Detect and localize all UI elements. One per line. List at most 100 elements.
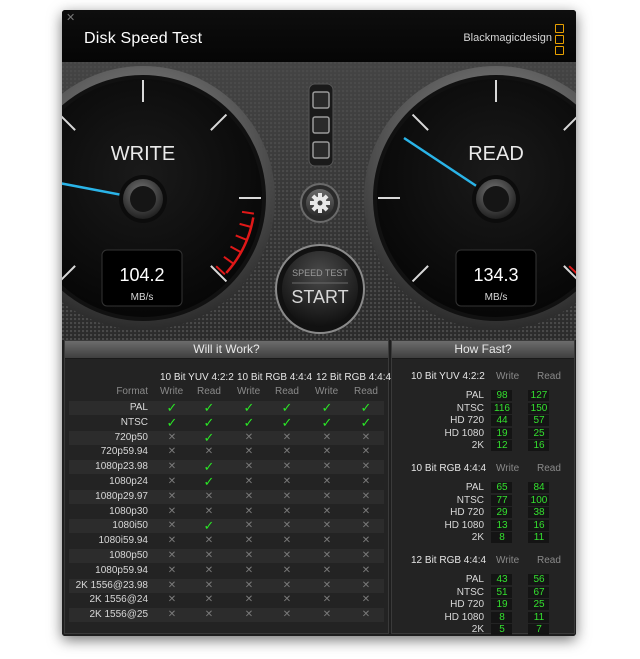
cross-icon: ✕ <box>361 446 371 458</box>
cross-icon: ✕ <box>204 535 214 547</box>
read-speed-value: 100 <box>530 494 548 506</box>
read-speed-value: 11 <box>533 532 545 544</box>
read-speed-value: 150 <box>530 402 548 414</box>
cross-icon: ✕ <box>204 446 214 458</box>
column-header-write: Write <box>496 463 520 474</box>
cross-icon: ✕ <box>282 579 292 591</box>
brand-name: Blackmagicdesign <box>463 32 552 44</box>
read-label: READ <box>468 143 524 165</box>
cross-icon: ✕ <box>167 564 177 576</box>
cross-icon: ✕ <box>244 550 254 561</box>
cross-icon: ✕ <box>244 609 254 621</box>
cross-icon: ✕ <box>244 520 254 532</box>
cross-icon: ✕ <box>167 461 177 473</box>
format-label: 1080p24 <box>109 476 148 487</box>
write-speed-value: 43 <box>496 574 508 585</box>
cross-icon: ✕ <box>167 609 177 621</box>
check-icon: ✓ <box>281 400 293 415</box>
title-bar[interactable]: ✕ Disk Speed Test Blackmagicdesign <box>62 10 576 62</box>
speed-format-label: NTSC <box>456 586 484 598</box>
start-button[interactable]: SPEED TEST START <box>275 244 365 334</box>
cross-icon: ✕ <box>361 535 371 547</box>
check-icon: ✓ <box>243 414 255 430</box>
start-button-top-label: SPEED TEST <box>292 268 348 278</box>
app-title: Disk Speed Test <box>84 30 203 47</box>
check-icon: ✓ <box>321 400 333 415</box>
close-icon[interactable]: ✕ <box>66 13 75 24</box>
format-label: 1080p30 <box>109 505 148 517</box>
cross-icon: ✕ <box>167 431 177 443</box>
read-speed-value: 127 <box>530 390 548 401</box>
cross-icon: ✕ <box>282 550 292 561</box>
results-area: Will it Work? 10 Bit YUV 4:2:2 Write Read 1… <box>62 340 576 636</box>
how-fast-panel: How Fast? 10 Bit YUV 4:2:2 Write Read PAL 98… <box>391 340 575 636</box>
write-speed-value: 19 <box>496 427 508 439</box>
gear-icon[interactable] <box>310 193 330 213</box>
cross-icon: ✕ <box>322 550 332 561</box>
cross-icon: ✕ <box>282 446 292 458</box>
format-group-header: 12 Bit RGB 4:4:4 <box>316 372 392 383</box>
read-speed-value: 57 <box>533 415 545 427</box>
cross-icon: ✕ <box>282 490 292 502</box>
cross-icon: ✕ <box>322 579 332 591</box>
drive-slot-3-icon[interactable] <box>312 141 330 159</box>
column-header-read: Read <box>197 386 221 397</box>
cross-icon: ✕ <box>361 520 371 532</box>
cross-icon: ✕ <box>167 520 177 532</box>
cross-icon: ✕ <box>244 461 254 473</box>
speed-format-label: HD 1080 <box>444 427 484 439</box>
drive-slot-1-icon[interactable] <box>312 91 330 109</box>
check-icon: ✓ <box>166 414 178 430</box>
cross-icon: ✕ <box>244 535 254 547</box>
read-speed-value: 16 <box>533 440 545 452</box>
write-gauge: WRITE 104.2 MB/s <box>62 66 275 330</box>
gauges-svg: WRITE 104.2 MB/s READ 134.3 MB/s SPEED T… <box>62 66 576 334</box>
gauge-area: WRITE 104.2 MB/s READ 134.3 MB/s SPEED T… <box>62 62 576 340</box>
cross-icon: ✕ <box>204 550 214 561</box>
cross-icon: ✕ <box>282 564 292 576</box>
cross-icon: ✕ <box>282 476 292 487</box>
check-icon: ✓ <box>166 400 178 415</box>
cross-icon: ✕ <box>167 594 177 606</box>
cross-icon: ✕ <box>204 594 214 606</box>
speed-format-label: 2K <box>471 624 484 636</box>
cross-icon: ✕ <box>244 505 254 517</box>
column-header-read: Read <box>354 386 378 397</box>
will-it-work-title: Will it Work? <box>65 341 388 359</box>
check-icon: ✓ <box>203 414 215 430</box>
column-header-write: Write <box>160 386 184 397</box>
format-label: NTSC <box>120 416 148 428</box>
format-group-header: 10 Bit RGB 4:4:4 <box>237 372 313 383</box>
speed-format-label: PAL <box>465 574 484 585</box>
format-label: 720p50 <box>114 431 148 443</box>
read-speed-value: 56 <box>533 574 545 585</box>
format-label: 1080i59.94 <box>98 535 149 547</box>
speed-format-label: NTSC <box>456 402 484 414</box>
speed-format-label: PAL <box>465 482 484 493</box>
write-label: WRITE <box>111 143 175 165</box>
speed-group-header: 10 Bit YUV 4:2:2 <box>411 371 485 382</box>
settings-button[interactable] <box>300 183 340 223</box>
column-header-write: Write <box>496 555 520 566</box>
cross-icon: ✕ <box>322 431 332 443</box>
drive-selector[interactable] <box>308 83 334 167</box>
speed-format-label: HD 1080 <box>444 611 484 623</box>
check-icon: ✓ <box>203 400 215 415</box>
write-speed-value: 8 <box>499 532 505 544</box>
drive-slot-2-icon[interactable] <box>312 116 330 134</box>
check-icon: ✓ <box>360 414 372 430</box>
brand-logo: Blackmagicdesign <box>463 24 566 55</box>
cross-icon: ✕ <box>244 446 254 458</box>
cross-icon: ✕ <box>361 461 371 473</box>
cross-icon: ✕ <box>204 490 214 502</box>
read-unit: MB/s <box>485 292 508 303</box>
write-speed-value: 5 <box>499 624 505 636</box>
cross-icon: ✕ <box>282 535 292 547</box>
format-label: 1080p23.98 <box>95 461 148 473</box>
cross-icon: ✕ <box>282 431 292 443</box>
cross-icon: ✕ <box>322 505 332 517</box>
cross-icon: ✕ <box>322 490 332 502</box>
write-speed-value: 116 <box>494 402 510 414</box>
cross-icon: ✕ <box>361 505 371 517</box>
read-speed-value: 7 <box>536 624 542 636</box>
